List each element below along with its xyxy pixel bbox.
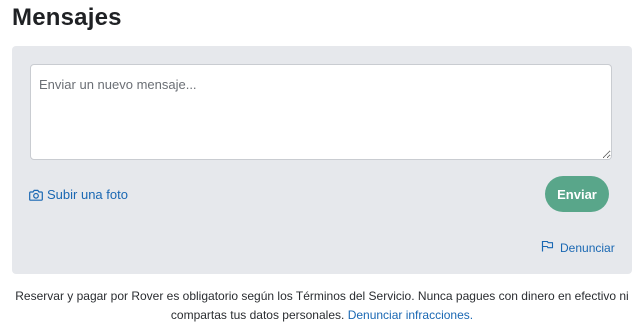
footer-notice: Reservar y pagar por Rover es obligatori… [12,287,632,325]
send-button[interactable]: Enviar [545,176,609,212]
camera-icon [29,189,43,201]
report-label: Denunciar [560,240,615,255]
upload-photo-label: Subir una foto [47,187,128,202]
flag-icon [541,240,554,255]
composer-panel: Subir una foto Enviar Denunciar [12,46,632,274]
page-title: Mensajes [12,4,122,31]
report-violations-link[interactable]: Denunciar infracciones. [348,308,473,322]
footer-text: Reservar y pagar por Rover es obligatori… [15,289,629,322]
message-input[interactable] [30,64,612,160]
report-link[interactable]: Denunciar [541,240,615,255]
upload-photo-link[interactable]: Subir una foto [29,187,128,202]
